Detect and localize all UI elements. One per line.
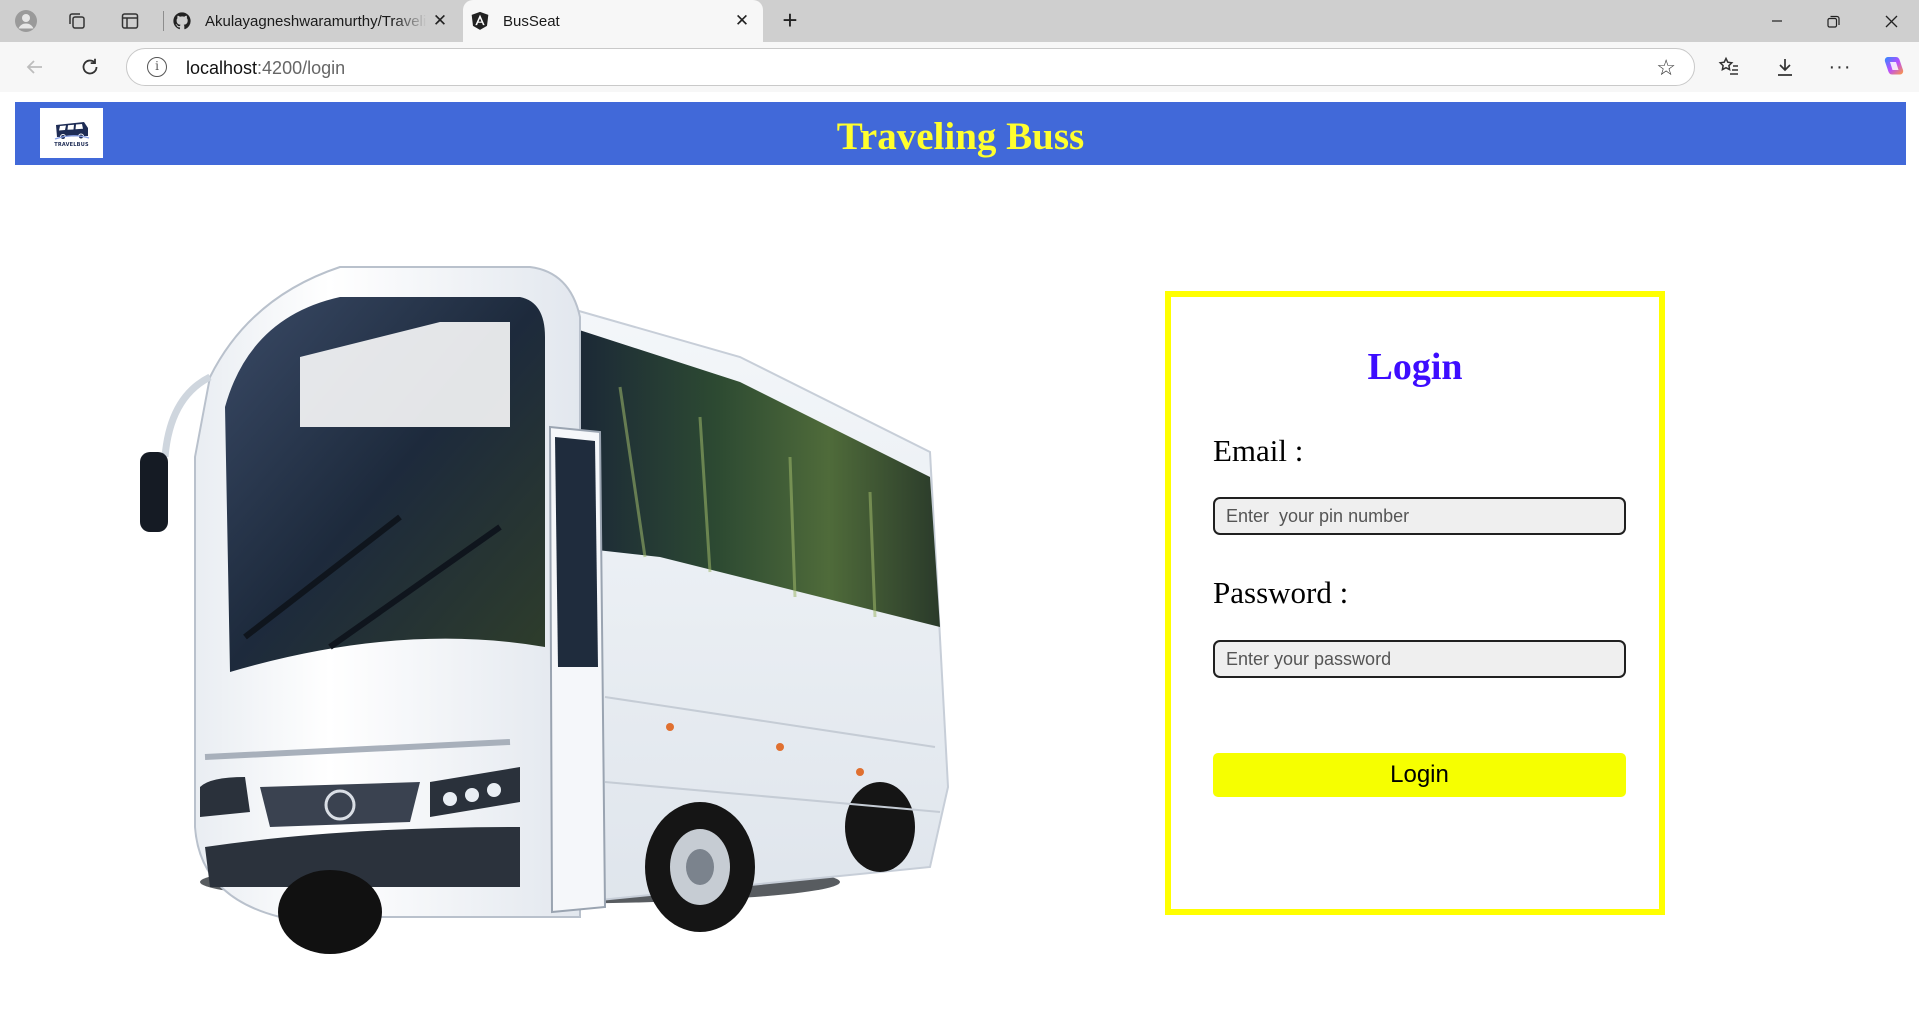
url-host: localhost xyxy=(186,58,258,78)
copilot-icon[interactable] xyxy=(1880,54,1906,80)
login-form: Login Email : Password : Login xyxy=(1165,291,1665,915)
favorites-list-icon[interactable] xyxy=(1716,54,1742,80)
browser-tab-bar: Akulayagneshwaramurthy/Traveli ✕ BusSeat… xyxy=(0,0,1919,42)
github-icon xyxy=(171,10,193,32)
vertical-tabs-icon[interactable] xyxy=(118,9,142,33)
favorite-star-icon[interactable]: ☆ xyxy=(1656,55,1676,81)
tab-separator xyxy=(163,11,164,31)
close-tab-icon[interactable]: ✕ xyxy=(427,8,453,34)
angular-icon xyxy=(469,10,491,32)
close-window-icon[interactable] xyxy=(1877,8,1905,34)
restore-icon[interactable] xyxy=(1819,8,1847,34)
address-bar[interactable]: i localhost:4200/login ☆ xyxy=(126,48,1695,86)
site-title: Traveling Buss xyxy=(836,115,1085,158)
email-field[interactable] xyxy=(1213,497,1626,535)
new-tab-button[interactable]: + xyxy=(777,7,803,34)
url-text[interactable]: localhost:4200/login xyxy=(186,58,345,79)
tab-title: BusSeat xyxy=(503,12,560,30)
bus-image xyxy=(100,227,970,977)
more-options-icon[interactable]: ··· xyxy=(1827,54,1853,80)
profile-icon[interactable] xyxy=(14,9,38,33)
site-info-icon[interactable]: i xyxy=(147,57,167,77)
password-field[interactable] xyxy=(1213,640,1626,678)
workspaces-icon[interactable] xyxy=(65,9,89,33)
url-path: :4200/login xyxy=(257,58,346,78)
tab-busseat[interactable]: BusSeat ✕ xyxy=(463,0,763,42)
downloads-icon[interactable] xyxy=(1772,54,1798,80)
password-label: Password : xyxy=(1213,575,1349,610)
site-header: TRAVELBUS Traveling Buss xyxy=(15,102,1906,165)
email-label: Email : xyxy=(1213,433,1304,468)
tab-github[interactable]: Akulayagneshwaramurthy/Traveli ✕ xyxy=(165,0,461,42)
minimize-icon[interactable] xyxy=(1763,8,1791,34)
back-icon[interactable] xyxy=(22,54,48,80)
login-button[interactable]: Login xyxy=(1213,753,1626,797)
tab-title: Akulayagneshwaramurthy/Traveli xyxy=(205,12,427,30)
login-title: Login xyxy=(1367,346,1463,388)
reload-icon[interactable] xyxy=(77,54,103,80)
close-tab-icon[interactable]: ✕ xyxy=(729,8,755,34)
page-viewport: TRAVELBUS Traveling Buss Login Email: E… xyxy=(0,92,1919,1016)
browser-toolbar: i localhost:4200/login ☆ ··· xyxy=(0,42,1919,92)
